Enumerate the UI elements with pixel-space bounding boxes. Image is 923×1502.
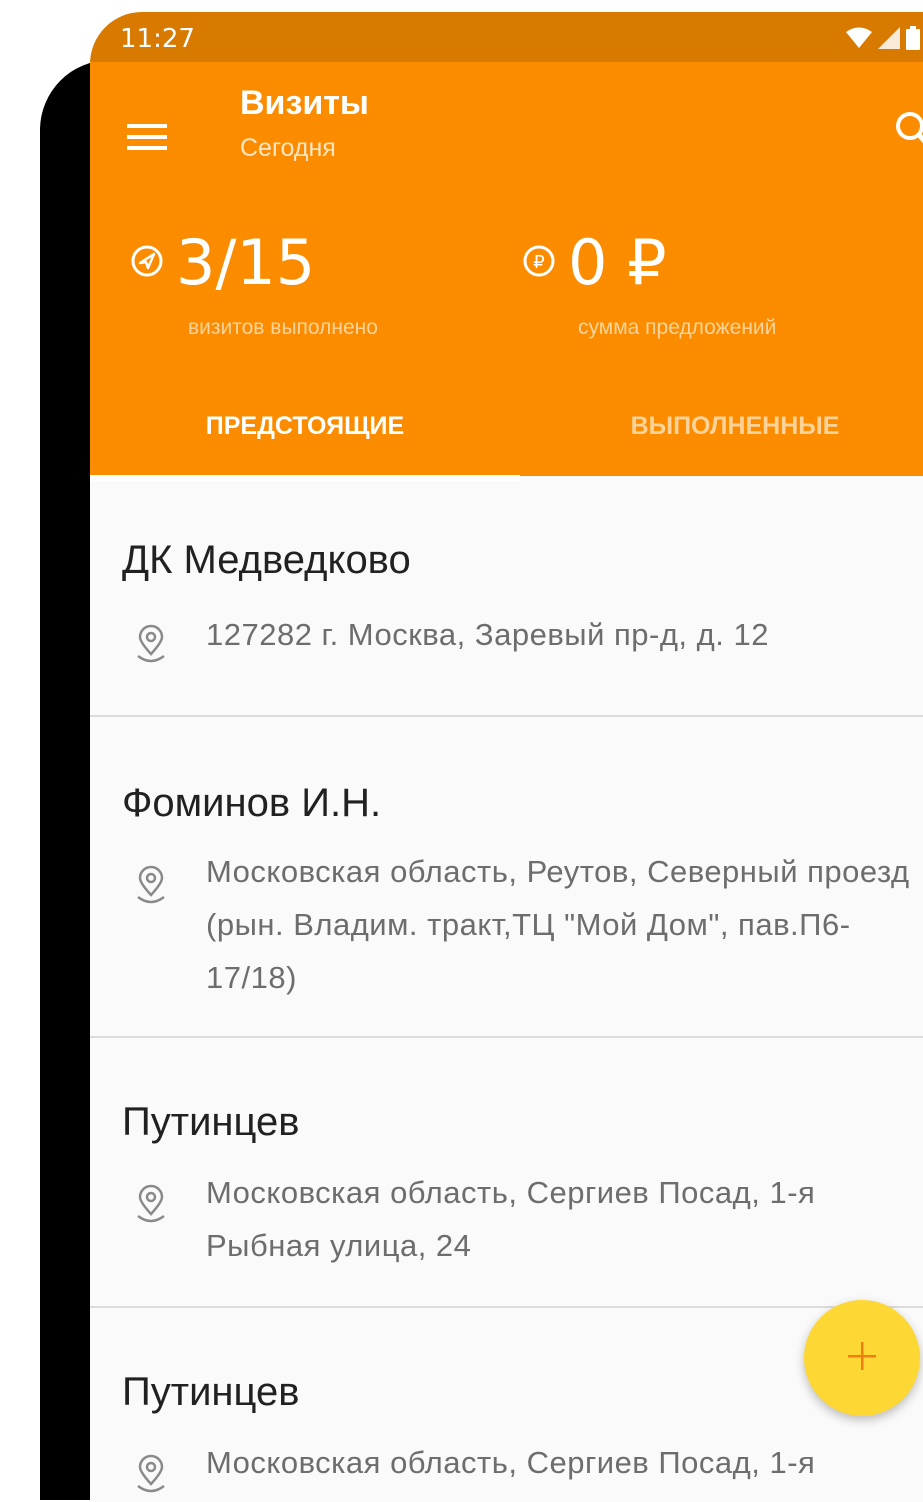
app-bar: Визиты Сегодня 3/15 визитов выполнено ₽ …	[90, 62, 923, 481]
tab-bar: ПРЕДСТОЯЩИЕ ВЫПОЛНЕННЫЕ	[90, 376, 923, 481]
visits-count: 3/15	[176, 226, 316, 299]
visit-name: Путинцев	[122, 1370, 300, 1414]
visits-stat: 3/15 визитов выполнено	[130, 232, 378, 340]
visit-address: Московская область, Реутов, Северный про…	[206, 854, 910, 995]
list-item[interactable]: Фоминов И.Н. Московская область, Реутов,…	[90, 717, 923, 1038]
status-icons	[846, 26, 920, 55]
signal-icon	[878, 27, 900, 54]
location-pin-icon	[134, 1184, 168, 1224]
wifi-icon	[846, 27, 872, 54]
visits-list: ДК Медведково 127282 г. Москва, Заревый …	[90, 476, 923, 1502]
location-pin-icon	[134, 624, 168, 664]
visit-name: Фоминов И.Н.	[122, 781, 382, 825]
search-button[interactable]	[870, 102, 923, 162]
status-bar: 11:27	[90, 12, 923, 62]
tab-completed[interactable]: ВЫПОЛНЕННЫЕ	[520, 376, 923, 476]
visit-name: ДК Медведково	[122, 538, 411, 582]
ruble-coin-icon: ₽	[522, 244, 556, 283]
offers-label: сумма предложений	[578, 316, 777, 339]
app-title: Визиты	[240, 84, 369, 122]
add-visit-button[interactable]	[804, 1300, 920, 1416]
phone-screen: 11:27 Визиты Сегодня 3/15 визитов выполн…	[90, 12, 923, 1502]
visit-address: Московская область, Сергиев Посад, 1-я	[206, 1445, 816, 1480]
list-item[interactable]: ДК Медведково 127282 г. Москва, Заревый …	[90, 476, 923, 717]
visit-address: Московская область, Сергиев Посад, 1-я Р…	[206, 1175, 816, 1263]
location-pin-icon	[134, 1454, 168, 1494]
location-pin-icon	[134, 865, 168, 905]
list-item[interactable]: Путинцев Московская область, Сергиев Пос…	[90, 1308, 923, 1502]
status-time: 11:27	[120, 24, 195, 54]
visit-name: Путинцев	[122, 1100, 300, 1144]
offers-sum: 0 ₽	[568, 226, 667, 299]
app-subtitle: Сегодня	[240, 134, 336, 162]
visits-label: визитов выполнено	[188, 316, 378, 339]
navigation-arrow-icon	[130, 244, 164, 283]
list-item[interactable]: Путинцев Московская область, Сергиев Пос…	[90, 1038, 923, 1308]
battery-icon	[906, 26, 920, 55]
search-icon	[894, 110, 923, 155]
svg-text:₽: ₽	[533, 252, 544, 273]
visit-address: 127282 г. Москва, Заревый пр-д, д. 12	[206, 617, 769, 652]
tab-upcoming[interactable]: ПРЕДСТОЯЩИЕ	[90, 376, 520, 481]
menu-button[interactable]	[120, 112, 174, 166]
menu-icon	[127, 123, 167, 156]
offers-stat: ₽ 0 ₽ сумма предложений	[522, 232, 776, 340]
plus-icon	[842, 1336, 882, 1381]
